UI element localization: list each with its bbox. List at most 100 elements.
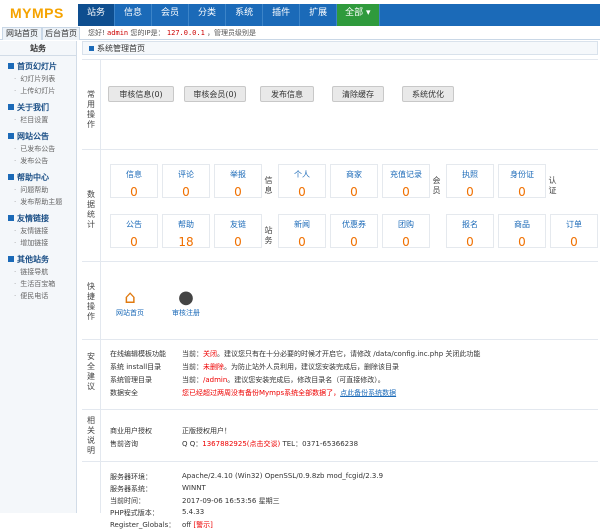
nav-info[interactable]: 信息: [115, 4, 153, 26]
nav-member[interactable]: 会员: [152, 4, 190, 26]
tab-admin-home[interactable]: 后台首页: [42, 27, 80, 40]
stat-cell[interactable]: 商家 0: [330, 164, 378, 199]
stat-cell[interactable]: 公告 0: [110, 214, 158, 249]
server-value: WINNT: [182, 484, 206, 492]
sidebar-group-title[interactable]: 其他站务: [0, 253, 76, 266]
nav-all[interactable]: 全部 ▾: [337, 4, 380, 26]
divider: [100, 462, 101, 513]
nav-zhanwu[interactable]: 站务: [78, 4, 116, 26]
sidebar-item[interactable]: 已发布公告: [0, 143, 76, 155]
clear-cache-button[interactable]: 清除缓存: [332, 86, 384, 102]
backup-link[interactable]: 点此备份系统数据: [340, 389, 396, 397]
sidebar-group-title[interactable]: 网站公告: [0, 130, 76, 143]
nav-extend[interactable]: 扩展: [300, 4, 338, 26]
nav-system[interactable]: 系统: [226, 4, 264, 26]
security-value: 当前：/admin。建议您安装完成后，修改目录名（可直接修改）。: [182, 376, 385, 384]
divider: [100, 340, 101, 409]
qq-link[interactable]: 1367882925(点击交谈): [202, 440, 280, 448]
stat-cell[interactable]: 新闻 0: [278, 214, 326, 249]
stat-cell[interactable]: 优惠券 0: [330, 214, 378, 249]
sidebar-group-title[interactable]: 友情链接: [0, 212, 76, 225]
sidebar-item[interactable]: 增加链接: [0, 237, 76, 249]
stat-cell[interactable]: 订单 0: [550, 214, 598, 249]
sidebar-group: 友情链接 友情链接 增加链接: [0, 212, 76, 249]
square-icon: [8, 256, 14, 262]
stat-cell[interactable]: 团购 0: [382, 214, 430, 249]
welcome-text: 您好! admin 您的IP是： 127.0.0.1 ，管理员级别是: [88, 29, 257, 37]
square-icon: [8, 63, 14, 69]
stat-cell[interactable]: 帮助 18: [162, 214, 210, 249]
optimize-button[interactable]: 系统优化: [402, 86, 454, 102]
sidebar-group: 关于我们 栏目设置: [0, 101, 76, 126]
divider: [100, 150, 101, 261]
security-key: 数据安全: [110, 389, 138, 397]
stat-cell[interactable]: 个人 0: [278, 164, 326, 199]
stat-cell[interactable]: 友链 0: [214, 214, 262, 249]
server-section: 服务器环境： Apache/2.4.10 (Win32) OpenSSL/0.9…: [82, 461, 598, 529]
admin-username: admin: [107, 29, 129, 37]
server-value: 2017-09-06 16:53:56 星期三: [182, 497, 280, 505]
sidebar-group-title[interactable]: 帮助中心: [0, 171, 76, 184]
section-label: 快捷操作: [87, 282, 95, 321]
server-key: 服务器环境：: [110, 473, 152, 481]
sidebar-item[interactable]: 问题帮助: [0, 184, 76, 196]
main-content: 系统管理首页 常用操作 审核信息(0) 审核会员(0) 发布信息 清除缓存 系统…: [82, 41, 598, 529]
server-key: PHP程式版本：: [110, 509, 159, 517]
security-section: 安全建议 在线编辑模板功能 当前：关闭。建议您只有在十分必要的时候才开启它，请修…: [82, 339, 598, 409]
top-header: MYMPS 站务 信息 会员 分类 系统 插件 扩展 全部 ▾: [0, 0, 600, 26]
nav-category[interactable]: 分类: [189, 4, 227, 26]
sidebar-item[interactable]: 生活百宝箱: [0, 278, 76, 290]
user-icon: ●: [178, 287, 194, 308]
quick-review-register[interactable]: ● 审核注册: [168, 288, 204, 318]
stat-cell[interactable]: 身份证 0: [498, 164, 546, 199]
stat-cell[interactable]: 报名 0: [446, 214, 494, 249]
stat-cell[interactable]: 信息 0: [110, 164, 158, 199]
server-value: 5.4.33: [182, 508, 205, 516]
sidebar-group: 网站公告 已发布公告 发布公告: [0, 130, 76, 167]
security-key: 在线编辑模板功能: [110, 350, 166, 358]
sidebar-group: 其他站务 链接导航 生活百宝箱 便民电话: [0, 253, 76, 302]
quick-site-home[interactable]: ⌂ 网站首页: [112, 288, 148, 318]
house-icon: ⌂: [124, 287, 136, 308]
sidebar-item[interactable]: 幻灯片列表: [0, 73, 76, 85]
square-icon: [8, 215, 14, 221]
section-label: 数据统计: [87, 190, 95, 229]
about-key: 售前咨询: [110, 440, 138, 448]
divider: [100, 262, 101, 339]
sidebar-group-title[interactable]: 首页幻灯片: [0, 60, 76, 73]
nav-plugin[interactable]: 插件: [263, 4, 301, 26]
square-icon: [8, 133, 14, 139]
sidebar-item[interactable]: 发布公告: [0, 155, 76, 167]
publish-info-button[interactable]: 发布信息: [260, 86, 314, 102]
section-label: 相关说明: [87, 416, 95, 455]
stat-cell[interactable]: 执照 0: [446, 164, 494, 199]
stats-section: 数据统计 信息 0 评论 0 举报 0 信息 个人 0 商家 0 充值记录 0 会员 执照 0…: [82, 149, 598, 261]
stat-group-label: 站务: [264, 226, 273, 245]
sidebar-item[interactable]: 发布帮助主题: [0, 196, 76, 208]
sidebar-item[interactable]: 友情链接: [0, 225, 76, 237]
stat-group-label: 信息: [264, 176, 273, 195]
review-member-button[interactable]: 审核会员(0): [184, 86, 246, 102]
stat-cell[interactable]: 充值记录 0: [382, 164, 430, 199]
sidebar-item[interactable]: 上传幻灯片: [0, 85, 76, 97]
sidebar-item[interactable]: 栏目设置: [0, 114, 76, 126]
security-key: 系统管理目录: [110, 376, 152, 384]
sidebar-item[interactable]: 链接导航: [0, 266, 76, 278]
review-info-button[interactable]: 审核信息(0): [108, 86, 174, 102]
common-ops-section: 常用操作 审核信息(0) 审核会员(0) 发布信息 清除缓存 系统优化: [82, 59, 598, 149]
page-title: 系统管理首页: [82, 41, 598, 55]
square-icon: [8, 174, 14, 180]
square-icon: [8, 104, 14, 110]
sidebar-item[interactable]: 便民电话: [0, 290, 76, 302]
stat-cell[interactable]: 商品 0: [498, 214, 546, 249]
sidebar-group-title[interactable]: 关于我们: [0, 101, 76, 114]
square-icon: [89, 46, 94, 51]
tab-site-home[interactable]: 网站首页: [2, 27, 42, 40]
stat-cell[interactable]: 评论 0: [162, 164, 210, 199]
sidebar-title: 站务: [0, 41, 76, 56]
server-value: Apache/2.4.10 (Win32) OpenSSL/0.9.8zb mo…: [182, 472, 384, 480]
section-label: 安全建议: [87, 352, 95, 391]
about-value: Q Q：1367882925(点击交谈) TEL：0371-65366238: [182, 440, 359, 448]
security-value: 当前：未删除。为防止站外人员利用，建议您安装完成后，删除该目录: [182, 363, 399, 371]
stat-cell[interactable]: 举报 0: [214, 164, 262, 199]
